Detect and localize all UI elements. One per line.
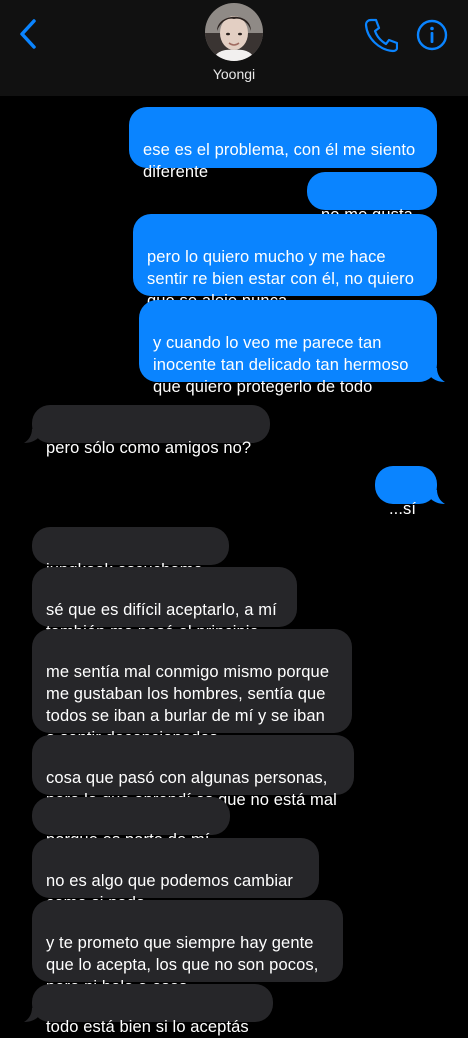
message-bubble-sent[interactable]: y cuando lo veo me parece tan inocente t… [139,300,437,396]
message-bubble-received[interactable]: no es algo que podemos cambiar como si n… [32,838,319,912]
message-bubble-received[interactable]: pero sólo como amigos no? [32,405,270,457]
message-bubble-received[interactable]: sé que es difícil aceptarlo, a mí tambié… [32,567,297,641]
avatar[interactable] [205,3,263,61]
message-bubble-received[interactable]: todo está bien si lo aceptás [32,984,273,1036]
message-text: y cuando lo veo me parece tan inocente t… [153,334,409,396]
bubble-tail [431,368,445,382]
message-bubble-sent[interactable]: ...sí [375,466,437,518]
message-bubble-received[interactable]: y te prometo que siempre hay gente que l… [32,900,343,996]
message-bubble-received[interactable]: me sentía mal conmigo mismo porque me gu… [32,629,352,747]
message-bubble-sent[interactable]: ese es el problema, con él me siento dif… [129,107,437,181]
bubble-tail [24,429,38,443]
contact-name[interactable]: Yoongi [0,66,468,82]
phone-button[interactable] [364,17,399,53]
message-bubble-received[interactable]: cosa que pasó con algunas personas, pero… [32,735,354,809]
message-bubble-sent[interactable]: pero lo quiero mucho y me hace sentir re… [133,214,437,310]
message-bubble-received[interactable]: porque es parte de mí [32,797,230,849]
message-bubble-sent[interactable]: no me gusta [307,172,437,224]
message-bubble-received[interactable]: jungkook escuchame [32,527,229,579]
avatar-image [205,3,263,61]
message-text: todo está bien si lo aceptás [46,1018,249,1036]
chat-header: Yoongi [0,0,468,96]
bubble-tail [24,1008,38,1022]
info-icon [416,19,448,51]
chevron-left-icon [20,19,36,49]
message-text: ...sí [389,500,417,518]
back-button[interactable] [14,14,42,54]
info-button[interactable] [416,19,448,51]
message-text: pero sólo como amigos no? [46,439,252,457]
bubble-tail [431,490,445,504]
phone-icon [364,18,399,53]
